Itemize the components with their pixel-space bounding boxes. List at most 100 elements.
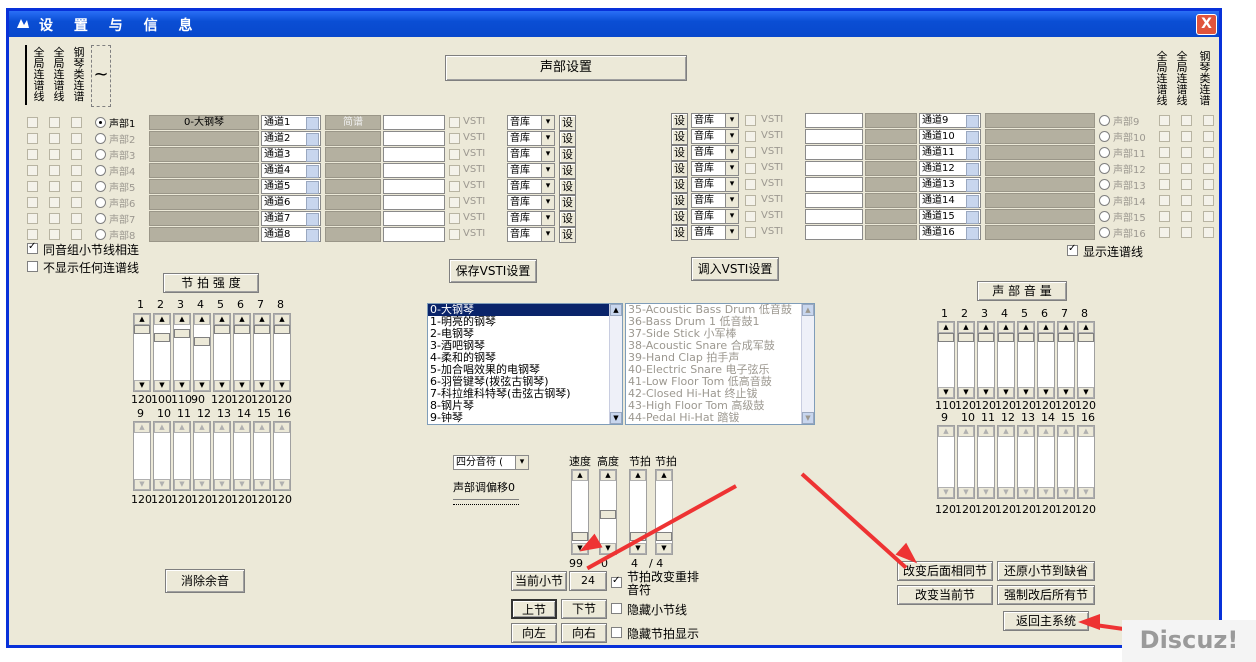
library-combo[interactable]: 音库 [507, 147, 555, 162]
notation-field[interactable] [865, 177, 917, 192]
piano-link-checkbox[interactable] [71, 149, 82, 160]
global-link-checkbox[interactable] [27, 149, 38, 160]
channel-spinner[interactable]: 通道10 [919, 129, 981, 144]
vsti-checkbox[interactable] [745, 179, 756, 190]
drum-list-scrollbar[interactable]: ▲ ▼ [801, 304, 814, 424]
scroll-down-icon[interactable]: ▼ [610, 412, 622, 424]
set-button[interactable]: 设 [559, 163, 576, 179]
show-links-checkbox[interactable] [1067, 243, 1078, 256]
vsti-checkbox[interactable] [745, 163, 756, 174]
library-combo[interactable]: 音库 [691, 177, 739, 192]
vsti-checkbox[interactable] [449, 181, 460, 192]
part-radio[interactable] [95, 213, 106, 224]
library-combo[interactable]: 音库 [691, 129, 739, 144]
volume-slider[interactable]: ▲ ▼ [1037, 321, 1055, 399]
drum-item[interactable]: 44-Pedal Hi-Hat 踏钹 [626, 412, 814, 424]
global-link-checkbox[interactable] [27, 133, 38, 144]
volume-slider[interactable]: ▲ ▼ [937, 321, 955, 399]
vsti-name-field[interactable] [805, 145, 863, 160]
piano-link-checkbox[interactable] [1203, 227, 1214, 238]
next-bar-button[interactable]: 下节 [561, 599, 607, 619]
library-combo[interactable]: 音库 [691, 193, 739, 208]
channel-spinner[interactable]: 通道4 [261, 163, 321, 178]
part-radio[interactable] [95, 165, 106, 176]
scroll-up-icon[interactable]: ▲ [610, 304, 622, 316]
beat-strength-slider[interactable]: ▲ ▼ [213, 313, 231, 392]
instrument-field[interactable] [985, 177, 1095, 192]
volume-slider[interactable]: ▲ ▼ [977, 321, 995, 399]
global-link-checkbox[interactable] [49, 165, 60, 176]
vsti-name-field[interactable] [383, 115, 445, 130]
global-link-checkbox[interactable] [1181, 179, 1192, 190]
global-link-checkbox[interactable] [49, 181, 60, 192]
volume-slider[interactable]: ▲ ▼ [937, 425, 955, 499]
vsti-name-field[interactable] [805, 161, 863, 176]
notation-field[interactable] [865, 145, 917, 160]
part-radio[interactable] [1099, 227, 1110, 238]
library-combo[interactable]: 音库 [691, 225, 739, 240]
beat-strength-slider[interactable]: ▲ ▼ [273, 421, 291, 491]
vsti-name-field[interactable] [805, 193, 863, 208]
set-button[interactable]: 设 [559, 195, 576, 211]
global-link-checkbox[interactable] [1159, 227, 1170, 238]
volume-slider[interactable]: ▲ ▼ [957, 425, 975, 499]
global-link-checkbox[interactable] [1159, 211, 1170, 222]
set-button[interactable]: 设 [559, 147, 576, 163]
volume-slider[interactable]: ▲ ▼ [1057, 321, 1075, 399]
channel-spinner[interactable]: 通道7 [261, 211, 321, 226]
prev-bar-button[interactable]: 上节 [511, 599, 557, 619]
part-radio[interactable] [1099, 211, 1110, 222]
channel-spinner[interactable]: 通道9 [919, 113, 981, 128]
beat-strength-slider[interactable]: ▲ ▼ [193, 421, 211, 491]
vsti-checkbox[interactable] [449, 165, 460, 176]
no-links-checkbox[interactable] [27, 261, 38, 272]
channel-spinner[interactable]: 通道8 [261, 227, 321, 242]
scroll-up-icon[interactable]: ▲ [802, 304, 814, 316]
piano-link-checkbox[interactable] [1203, 195, 1214, 206]
global-link-checkbox[interactable] [1159, 163, 1170, 174]
part-radio[interactable] [95, 117, 106, 128]
vsti-name-field[interactable] [383, 227, 445, 242]
beat-strength-slider[interactable]: ▲ ▼ [153, 421, 171, 491]
vsti-name-field[interactable] [383, 131, 445, 146]
vsti-name-field[interactable] [805, 209, 863, 224]
volume-slider[interactable]: ▲ ▼ [1077, 425, 1095, 499]
piano-link-checkbox[interactable] [1203, 211, 1214, 222]
piano-link-checkbox[interactable] [1203, 163, 1214, 174]
piano-link-checkbox[interactable] [71, 229, 82, 240]
set-button[interactable]: 设 [559, 115, 576, 131]
note-value-combo[interactable]: 四分音符 ( [453, 455, 529, 470]
beat-strength-slider[interactable]: ▲ ▼ [213, 421, 231, 491]
instrument-field[interactable] [149, 195, 259, 210]
vsti-name-field[interactable] [805, 177, 863, 192]
global-link-checkbox[interactable] [27, 213, 38, 224]
vsti-checkbox[interactable] [745, 211, 756, 222]
vsti-name-field[interactable] [805, 129, 863, 144]
set-button[interactable]: 设 [671, 225, 688, 241]
beat-den-slider[interactable]: ▲ ▼ [655, 469, 673, 555]
instrument-field[interactable] [149, 179, 259, 194]
beat-strength-slider[interactable]: ▲ ▼ [153, 313, 171, 392]
height-slider[interactable]: ▲ ▼ [599, 469, 617, 555]
beat-strength-slider[interactable]: ▲ ▼ [173, 421, 191, 491]
channel-spinner[interactable]: 通道16 [919, 225, 981, 240]
instrument-field[interactable] [149, 131, 259, 146]
hide-bar-checkbox[interactable] [611, 603, 622, 614]
library-combo[interactable]: 音库 [507, 211, 555, 226]
volume-slider[interactable]: ▲ ▼ [997, 321, 1015, 399]
volume-slider[interactable]: ▲ ▼ [1077, 321, 1095, 399]
channel-spinner[interactable]: 通道1 [261, 115, 321, 130]
vsti-checkbox[interactable] [449, 197, 460, 208]
global-link-checkbox[interactable] [27, 181, 38, 192]
vsti-checkbox[interactable] [449, 149, 460, 160]
vsti-name-field[interactable] [383, 163, 445, 178]
global-link-checkbox[interactable] [27, 117, 38, 128]
instrument-field[interactable] [149, 163, 259, 178]
part-radio[interactable] [95, 149, 106, 160]
global-link-checkbox[interactable] [49, 149, 60, 160]
part-radio[interactable] [95, 197, 106, 208]
global-link-checkbox[interactable] [49, 197, 60, 208]
library-combo[interactable]: 音库 [691, 161, 739, 176]
library-combo[interactable]: 音库 [507, 131, 555, 146]
global-link-checkbox[interactable] [27, 197, 38, 208]
